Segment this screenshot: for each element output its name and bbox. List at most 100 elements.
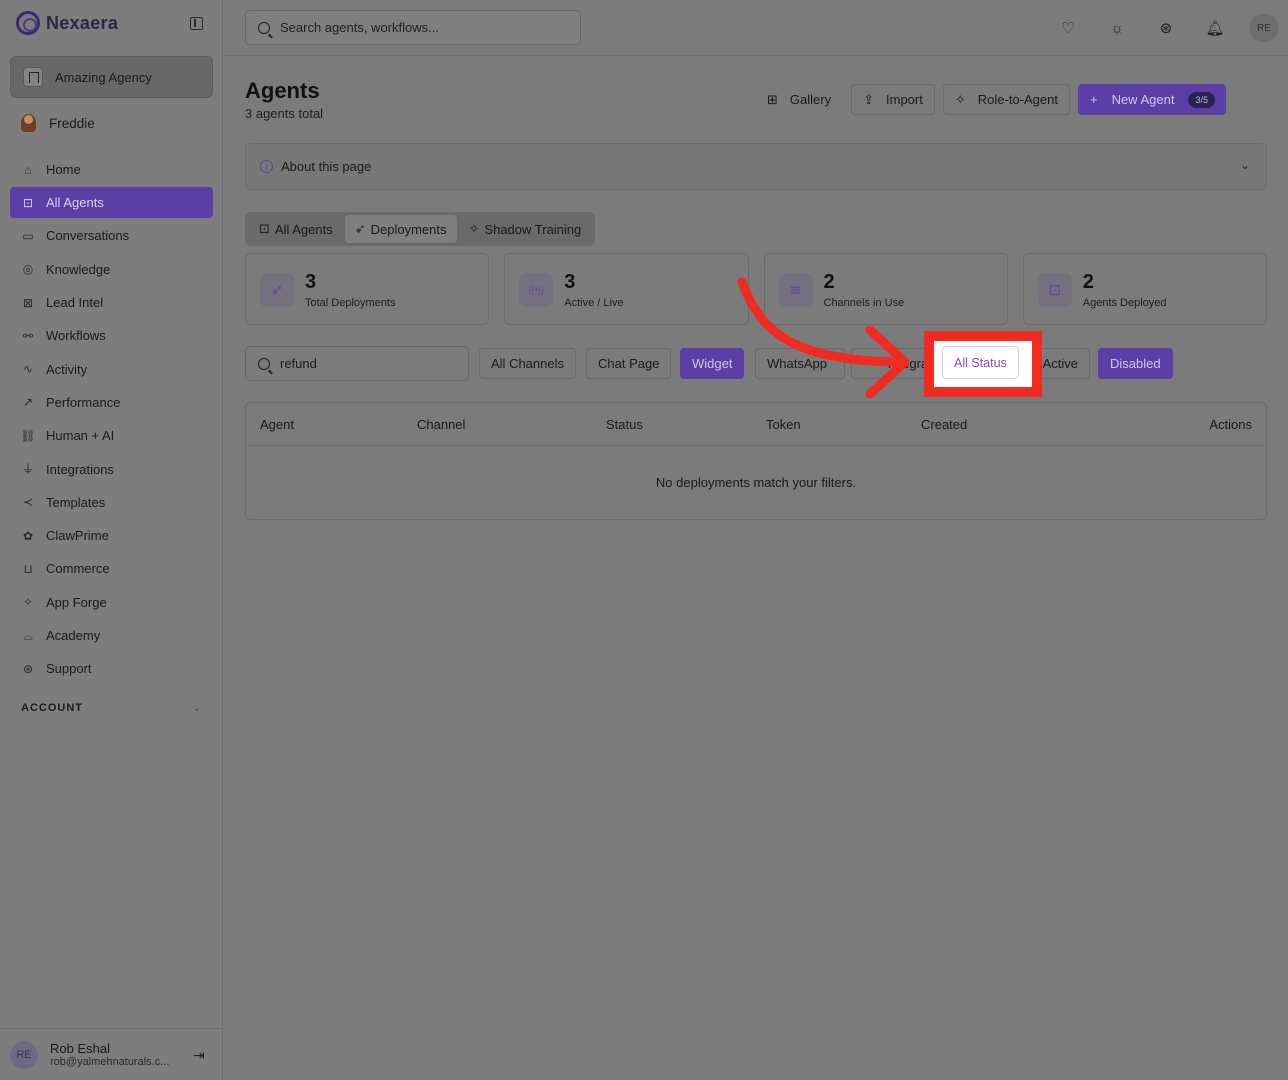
sidebar-item-human-ai[interactable]: ⛓ Human + AI <box>10 419 213 452</box>
deployment-search-input[interactable]: refund <box>245 346 469 381</box>
plug-icon: ⏚ <box>21 462 34 477</box>
sidebar: Nexaera Amazing Agency Freddie ⌂ Home ⊡ All… <box>0 0 223 1080</box>
sidebar-item-conversations[interactable]: ▭ Conversations <box>10 219 213 252</box>
sparkle-icon: ✧ <box>954 91 966 107</box>
heart-icon[interactable]: ♡ <box>1054 14 1082 42</box>
rocket-icon: ➶ <box>260 273 294 307</box>
filter-channel-all[interactable]: All Channels <box>479 348 576 379</box>
tab-all-agents[interactable]: ⊡ All Agents <box>249 215 343 243</box>
bot-icon: ⊡ <box>22 195 34 210</box>
sidebar-item-commerce[interactable]: ⊔ Commerce <box>10 552 213 585</box>
gallery-label: Gallery <box>789 92 832 107</box>
stat-label: Channels in Use <box>823 297 905 309</box>
sidebar-item-label: ClawPrime <box>46 528 109 544</box>
user-name: Freddie <box>49 115 95 131</box>
tab-label: Shadow Training <box>484 221 582 237</box>
col-channel[interactable]: Channel <box>417 417 465 432</box>
stat-card: ((•)) 3 Active / Live <box>504 253 749 325</box>
sidebar-item-knowledge[interactable]: ◎ Knowledge <box>10 253 213 286</box>
sidebar-item-lead-intel[interactable]: ⊠ Lead Intel <box>10 286 213 319</box>
org-switcher[interactable]: Amazing Agency <box>10 56 213 98</box>
about-page-accordion[interactable]: i About this page ⌄ <box>245 143 1267 190</box>
bot-icon: ⊡ <box>1037 273 1072 307</box>
filter-channel-whatsapp[interactable]: WhatsApp <box>755 348 845 379</box>
filter-status-disabled[interactable]: Disabled <box>1098 348 1173 379</box>
sidebar-item-support[interactable]: ⊛ Support <box>10 652 213 685</box>
brand-name: Nexaera <box>46 12 119 33</box>
sparkle-icon: ✧ <box>468 221 480 236</box>
user-profile[interactable]: Freddie <box>21 114 95 132</box>
sidebar-item-academy[interactable]: ⌓ Academy <box>10 619 213 652</box>
page-title: Agents <box>245 78 320 103</box>
brain-icon: ◎ <box>22 262 34 277</box>
layers-icon: ≋ <box>778 273 813 307</box>
global-search-input[interactable]: Search agents, workflows... <box>245 10 581 45</box>
sidebar-item-performance[interactable]: ↗ Performance <box>10 386 213 419</box>
brand[interactable]: Nexaera <box>16 11 118 35</box>
broadcast-icon: ((•)) <box>519 273 554 307</box>
sidebar-item-app-forge[interactable]: ✧ App Forge <box>10 586 213 619</box>
sidebar-item-label: Commerce <box>46 561 110 577</box>
account-section-toggle[interactable]: ACCOUNT ⌄ <box>21 702 201 714</box>
stat-value: 3 <box>305 271 317 293</box>
sidebar-item-label: Home <box>46 162 81 178</box>
new-agent-button[interactable]: + New Agent 3/5 <box>1077 84 1226 115</box>
sidebar-item-templates[interactable]: ≺ Templates <box>10 486 213 519</box>
sidebar-item-home[interactable]: ⌂ Home <box>10 153 213 186</box>
filter-channel-chat-page[interactable]: Chat Page <box>586 348 672 379</box>
account-label: ACCOUNT <box>21 702 83 714</box>
lifebuoy-icon: ⊛ <box>22 661 34 676</box>
sidebar-item-workflows[interactable]: ⚯ Workflows <box>10 319 213 352</box>
stat-label: Agents Deployed <box>1082 297 1167 309</box>
deployments-table: Agent Channel Status Token Created Actio… <box>245 402 1267 520</box>
col-token[interactable]: Token <box>766 417 801 432</box>
help-icon[interactable]: ⊛ <box>1152 14 1180 42</box>
sparkle-icon: ✧ <box>22 595 34 610</box>
building-icon <box>23 67 43 87</box>
sidebar-footer: RE Rob Eshal rob@yalmehnaturals.c... ⇥ <box>0 1028 223 1080</box>
tab-deployments[interactable]: ➶ Deployments <box>344 215 457 243</box>
upload-icon: ⇪ <box>863 91 874 107</box>
import-button[interactable]: ⇪ Import <box>851 84 935 115</box>
share-icon: ≺ <box>22 495 34 510</box>
filter-channel-widget[interactable]: Widget <box>680 348 745 379</box>
logout-icon[interactable]: ⇥ <box>193 1047 205 1064</box>
sidebar-item-label: Templates <box>46 494 106 510</box>
col-created[interactable]: Created <box>921 417 967 432</box>
stat-value: 2 <box>1082 271 1094 293</box>
bell-icon[interactable]: 🔔︎ <box>1201 14 1229 42</box>
sidebar-item-label: Performance <box>46 394 121 410</box>
contact-icon: ⊠ <box>22 295 34 310</box>
cart-icon: ⊔ <box>23 561 33 576</box>
gallery-button[interactable]: ⊞ Gallery <box>755 84 844 115</box>
sidebar-item-all-agents[interactable]: ⊡ All Agents <box>10 187 213 219</box>
filter-status-all[interactable]: All Status <box>942 346 1019 379</box>
chevron-down-icon: ⌄ <box>192 702 201 714</box>
agent-quota-badge: 3/5 <box>1188 91 1215 108</box>
col-status[interactable]: Status <box>606 417 643 432</box>
role-to-agent-button[interactable]: ✧ Role-to-Agent <box>942 84 1070 115</box>
theme-toggle-icon[interactable]: ☼ <box>1103 14 1131 42</box>
about-label: About this page <box>281 159 372 174</box>
sidebar-item-label: All Agents <box>46 195 104 211</box>
tab-label: Deployments <box>370 221 447 237</box>
sidebar-item-integrations[interactable]: ⏚ Integrations <box>10 452 213 485</box>
sidebar-item-activity[interactable]: ∿ Activity <box>10 352 213 385</box>
page-subtitle: 3 agents total <box>245 106 324 121</box>
network-icon: ⛓ <box>20 428 36 443</box>
plus-icon: + <box>1089 92 1098 107</box>
col-agent[interactable]: Agent <box>260 417 294 432</box>
home-icon: ⌂ <box>24 162 32 177</box>
sidebar-item-label: Workflows <box>46 328 106 344</box>
tab-shadow-training[interactable]: ✧ Shadow Training <box>459 215 592 243</box>
footer-user-name: Rob Eshal <box>50 1041 110 1056</box>
stat-label: Total Deployments <box>305 297 396 309</box>
sidebar-item-clawprime[interactable]: ✿ ClawPrime <box>10 519 213 552</box>
user-avatar-menu[interactable]: RE <box>1250 14 1278 42</box>
footer-avatar[interactable]: RE <box>10 1040 38 1069</box>
sidebar-collapse-icon[interactable] <box>190 17 203 30</box>
sidebar-item-label: Knowledge <box>46 261 111 277</box>
topbar: Search agents, workflows... ♡ ☼ ⊛ 🔔︎ RE <box>224 0 1288 56</box>
sidebar-nav: ⌂ Home ⊡ All Agents ▭ Conversations ◎ Knowledge… <box>10 153 213 685</box>
new-agent-label: New Agent <box>1111 92 1175 107</box>
